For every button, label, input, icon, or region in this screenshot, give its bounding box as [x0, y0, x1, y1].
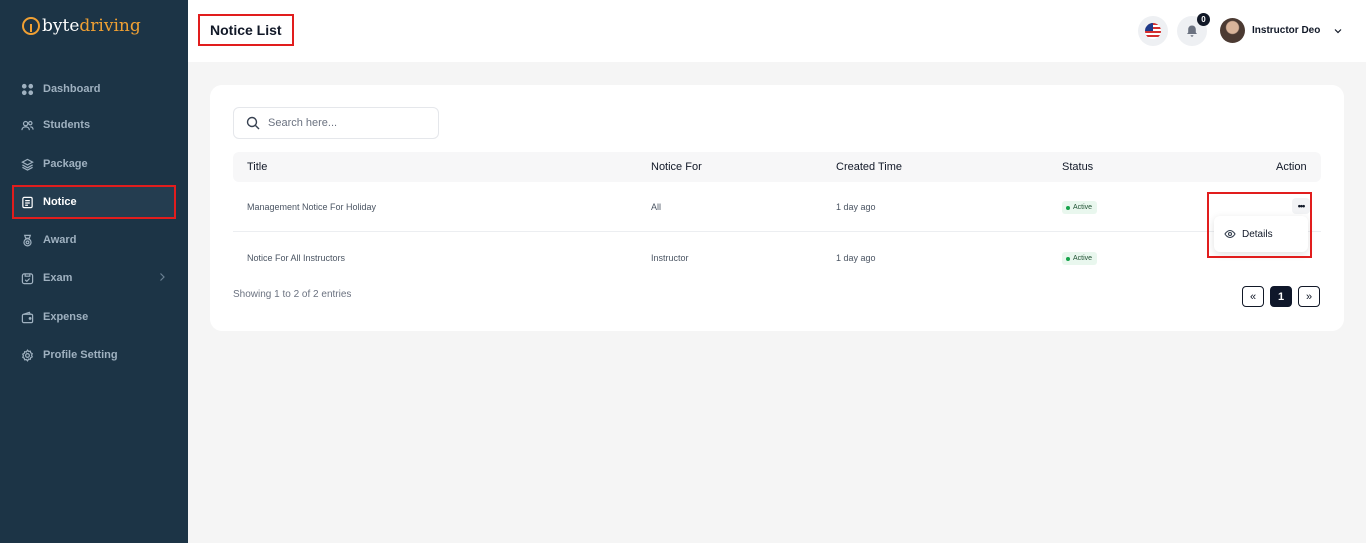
- action-highlight-box: [1207, 192, 1312, 258]
- page-title: Notice List: [198, 14, 294, 46]
- award-icon: [21, 234, 34, 247]
- column-header-status[interactable]: Status: [1062, 152, 1093, 182]
- exam-icon: [21, 272, 34, 285]
- chevron-down-icon: [1334, 28, 1342, 33]
- sidebar-item-students[interactable]: Students: [12, 108, 176, 142]
- sidebar-item-label: Students: [43, 119, 91, 131]
- table-row: Notice For All Instructors Instructor 1 …: [233, 233, 1321, 283]
- pagination-prev-button[interactable]: «: [1242, 286, 1264, 307]
- layers-icon: [21, 158, 34, 171]
- brand-logo[interactable]: bytedriving: [22, 16, 141, 36]
- sidebar-item-label: Profile Setting: [43, 349, 118, 361]
- brand-name: bytedriving: [42, 16, 141, 36]
- language-button[interactable]: [1138, 16, 1168, 46]
- sidebar-item-exam[interactable]: Exam: [12, 261, 176, 295]
- sidebar-item-package[interactable]: Package: [12, 147, 176, 181]
- notice-for: All: [651, 202, 662, 212]
- status-dot-icon: [1066, 256, 1070, 261]
- sidebar-item-dashboard[interactable]: Dashboard: [12, 72, 176, 106]
- column-header-created-time[interactable]: Created Time: [836, 152, 902, 182]
- notice-title: Notice For All Instructors: [247, 253, 346, 263]
- created-time: 1 day ago: [836, 253, 876, 263]
- status-dot-icon: [1066, 205, 1070, 210]
- sidebar-item-label: Award: [43, 234, 77, 246]
- dashboard-icon: [21, 83, 34, 96]
- gear-icon: [21, 348, 34, 362]
- pagination-next-button[interactable]: »: [1298, 286, 1320, 307]
- chevron-right-icon: [160, 273, 165, 281]
- top-bar: Notice List 0 Instructor Deo: [188, 0, 1366, 62]
- us-flag-icon: [1145, 23, 1161, 39]
- sidebar: bytedriving Dashboard Students Package N…: [0, 0, 188, 543]
- sidebar-item-label: Package: [43, 158, 88, 170]
- sidebar-item-label: Expense: [43, 311, 89, 323]
- status-label: Active: [1073, 255, 1093, 262]
- status-label: Active: [1073, 204, 1093, 211]
- avatar: [1220, 18, 1245, 43]
- pagination: « 1 »: [1242, 286, 1320, 307]
- steering-wheel-icon: [22, 17, 40, 35]
- notice-title: Management Notice For Holiday: [247, 202, 377, 212]
- table-header: Title Notice For Created Time Status Act…: [233, 152, 1321, 182]
- notice-for: Instructor: [651, 253, 689, 263]
- notice-list-card: Title Notice For Created Time Status Act…: [210, 85, 1344, 331]
- pagination-page-button[interactable]: 1: [1270, 286, 1292, 307]
- user-menu[interactable]: Instructor Deo: [1220, 18, 1343, 43]
- brand-name-part2: driving: [79, 16, 141, 36]
- sidebar-item-label: Dashboard: [43, 83, 101, 95]
- column-header-notice-for[interactable]: Notice For: [651, 152, 702, 182]
- sidebar-item-expense[interactable]: Expense: [12, 300, 176, 334]
- search-box[interactable]: [233, 107, 439, 139]
- sidebar-item-label: Exam: [43, 272, 73, 284]
- column-header-title[interactable]: Title: [247, 152, 267, 182]
- sidebar-item-label: Notice: [43, 196, 77, 208]
- sidebar-item-profile-setting[interactable]: Profile Setting: [12, 338, 176, 372]
- notifications-button[interactable]: 0: [1177, 13, 1210, 46]
- notification-count-badge: 0: [1197, 13, 1210, 26]
- user-name: Instructor Deo: [1252, 25, 1321, 36]
- wallet-icon: [21, 311, 34, 324]
- notice-icon: [21, 196, 34, 209]
- search-input[interactable]: [268, 117, 418, 129]
- entries-info: Showing 1 to 2 of 2 entries: [233, 289, 352, 300]
- column-header-action: Action: [1276, 161, 1307, 173]
- status-badge: Active: [1062, 201, 1098, 214]
- brand-name-part1: byte: [42, 16, 80, 36]
- users-icon: [21, 119, 34, 132]
- bell-icon: [1187, 25, 1197, 37]
- table-row: Management Notice For Holiday All 1 day …: [233, 182, 1321, 232]
- search-icon: [246, 116, 260, 130]
- sidebar-item-notice[interactable]: Notice: [12, 185, 176, 219]
- status-badge: Active: [1062, 252, 1098, 265]
- created-time: 1 day ago: [836, 202, 876, 212]
- sidebar-item-award[interactable]: Award: [12, 223, 176, 257]
